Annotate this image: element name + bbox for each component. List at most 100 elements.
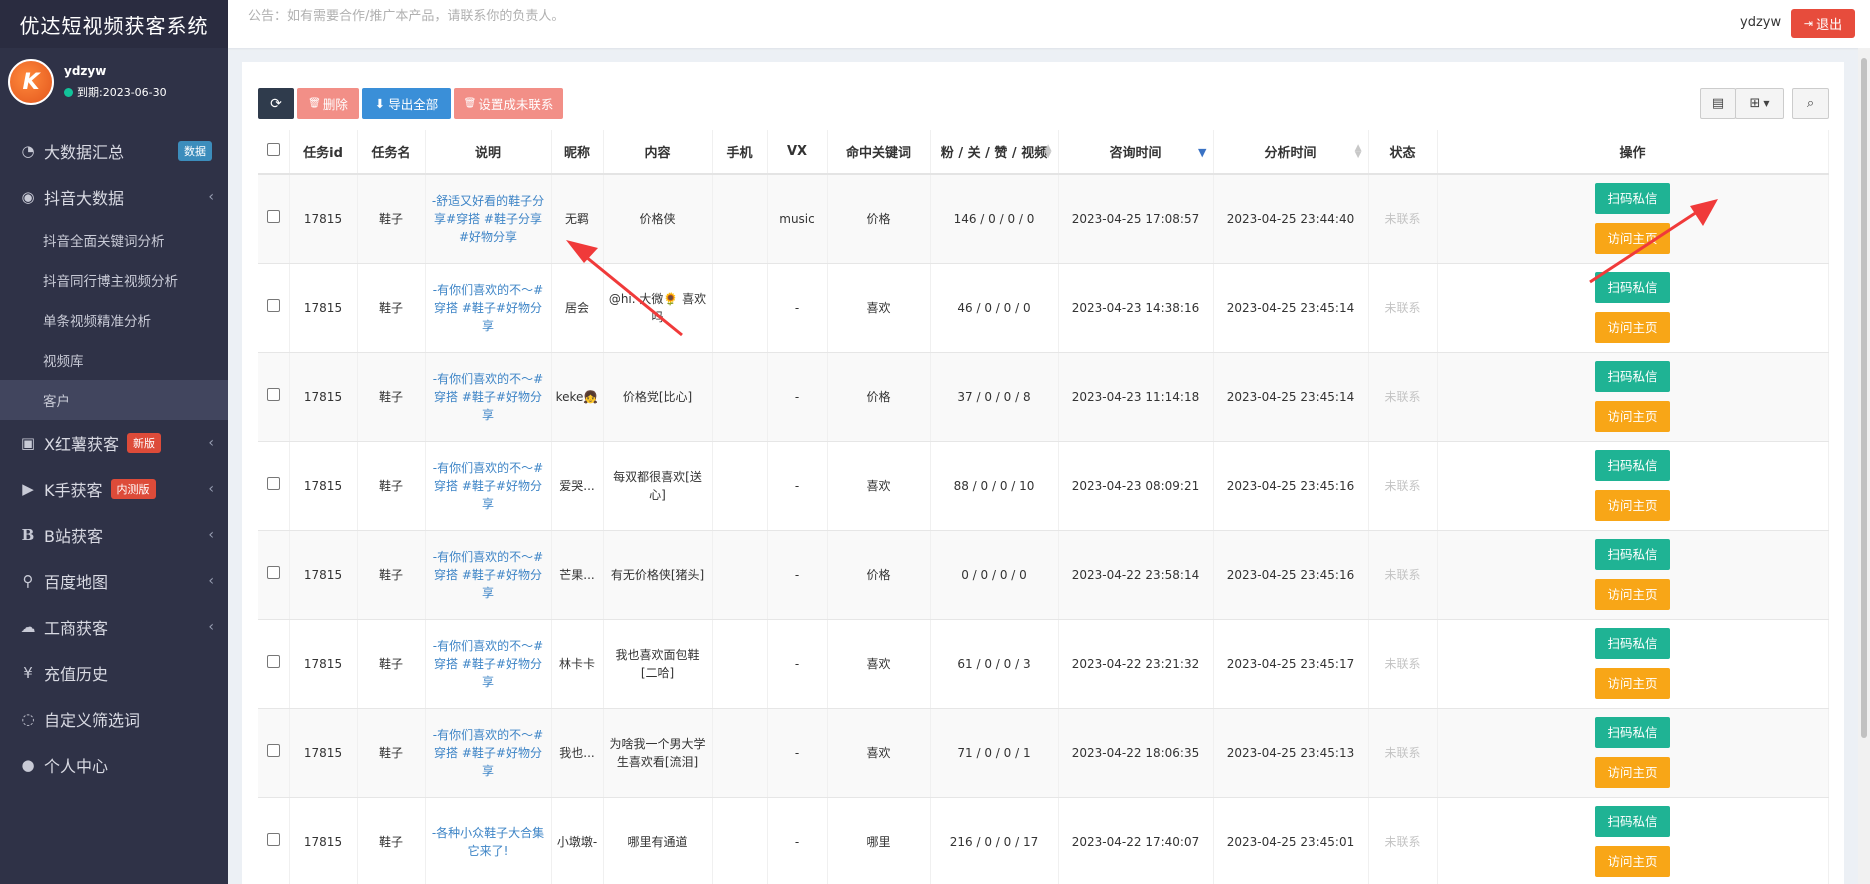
- table-row[interactable]: 17815 鞋子 -有你们喜欢的不～#穿搭 #鞋子#好物分享 林卡卡 我也喜欢面包鞋[二…: [258, 619, 1829, 709]
- submenu-item-customers[interactable]: 客户: [0, 380, 228, 420]
- scan-message-button[interactable]: 扫码私信: [1595, 183, 1670, 215]
- sidebar-item-dashboard[interactable]: ◔ 大数据汇总 数据: [0, 128, 228, 174]
- sidebar-item-label: B站获客: [44, 527, 103, 546]
- cell-vx: -: [767, 797, 828, 884]
- cell-status: 未联系: [1368, 797, 1438, 884]
- top-username[interactable]: ydzyw: [1740, 15, 1781, 30]
- set-uncontacted-button[interactable]: 🗑 设置成未联系: [454, 88, 563, 119]
- cell-description-text[interactable]: -有你们喜欢的不～#穿搭 #鞋子#好物分享: [430, 370, 547, 424]
- visit-homepage-button[interactable]: 访问主页: [1595, 223, 1670, 255]
- header-select-all[interactable]: [258, 130, 290, 175]
- header-consult-time[interactable]: 咨询时间 ▼: [1058, 130, 1214, 175]
- cell-select[interactable]: [258, 530, 290, 620]
- submenu-item-blogger-analysis[interactable]: 抖音同行博主视频分析: [0, 260, 228, 300]
- table-row[interactable]: 17815 鞋子 -有你们喜欢的不～#穿搭 #鞋子#好物分享 芒果... 有无价格侠[猪…: [258, 530, 1829, 620]
- cell-content: 哪里有通道: [603, 797, 713, 884]
- sidebar-item-business[interactable]: ☁ 工商获客 ‹: [0, 604, 228, 650]
- row-checkbox[interactable]: [266, 476, 280, 490]
- cell-vx: -: [767, 352, 828, 442]
- cell-select[interactable]: [258, 619, 290, 709]
- cell-content-text: 价格党[比心]: [622, 389, 693, 404]
- cell-analysis-time-text: 2023-04-25 23:45:14: [1226, 300, 1355, 315]
- chevron-left-icon: ‹: [208, 619, 214, 635]
- cell-description-text[interactable]: -有你们喜欢的不～#穿搭 #鞋子#好物分享: [430, 459, 547, 513]
- sidebar-item-baidu-map[interactable]: ⚲ 百度地图 ‹: [0, 558, 228, 604]
- sidebar-item-profile[interactable]: ● 个人中心: [0, 742, 228, 788]
- cell-task-id-text: 17815: [303, 745, 343, 760]
- table-row[interactable]: 17815 鞋子 -有你们喜欢的不～#穿搭 #鞋子#好物分享 我也... 为啥我一个男大…: [258, 708, 1829, 798]
- visit-homepage-button[interactable]: 访问主页: [1595, 757, 1670, 788]
- beta-badge: 内测版: [110, 479, 156, 499]
- header-analysis-time[interactable]: 分析时间 ▲ ▼: [1213, 130, 1369, 175]
- row-checkbox[interactable]: [266, 298, 280, 312]
- cell-select[interactable]: [258, 352, 290, 442]
- scan-message-button[interactable]: 扫码私信: [1595, 717, 1670, 748]
- visit-homepage-button[interactable]: 访问主页: [1595, 668, 1670, 699]
- export-all-button[interactable]: ⬇ 导出全部: [362, 88, 451, 119]
- submenu-item-keyword-analysis[interactable]: 抖音全面关键词分析: [0, 220, 228, 260]
- row-checkbox[interactable]: [266, 209, 280, 223]
- cell-select[interactable]: [258, 797, 290, 884]
- cell-content-text: 价格侠: [639, 211, 676, 226]
- row-checkbox[interactable]: [266, 387, 280, 401]
- sidebar-item-kuaishou[interactable]: ▶ K手获客 内测版 ‹: [0, 466, 228, 512]
- visit-homepage-button[interactable]: 访问主页: [1595, 846, 1670, 877]
- row-checkbox[interactable]: [266, 565, 280, 579]
- select-all-checkbox[interactable]: [266, 143, 280, 156]
- visit-homepage-button[interactable]: 访问主页: [1595, 312, 1670, 343]
- cell-select[interactable]: [258, 441, 290, 531]
- toggle-view-button[interactable]: ▤: [1700, 88, 1736, 119]
- table-row[interactable]: 17815 鞋子 -有你们喜欢的不～#穿搭 #鞋子#好物分享 居会 @hi. 大微🌻 喜…: [258, 263, 1829, 353]
- cell-select[interactable]: [258, 174, 290, 264]
- delete-button[interactable]: 🗑 删除: [297, 88, 359, 119]
- cell-description-text[interactable]: -有你们喜欢的不～#穿搭 #鞋子#好物分享: [430, 726, 547, 780]
- refresh-button[interactable]: ⟳: [258, 88, 294, 119]
- cell-description-text[interactable]: -有你们喜欢的不～#穿搭 #鞋子#好物分享: [430, 548, 547, 602]
- table-row[interactable]: 17815 鞋子 -各种小众鞋子大合集它来了! 小墩墩- 哪里有通道 - 哪里 216 / 0…: [258, 797, 1829, 884]
- cell-status-text: 未联系: [1384, 834, 1421, 849]
- cell-phone: [712, 708, 768, 798]
- cell-description-text[interactable]: -舒适又好看的鞋子分享#穿搭 #鞋子分享 #好物分享: [430, 192, 547, 246]
- columns-button[interactable]: ⊞ ▼: [1735, 88, 1784, 119]
- table-row[interactable]: 17815 鞋子 -有你们喜欢的不～#穿搭 #鞋子#好物分享 keke👧 价格党[比心]…: [258, 352, 1829, 442]
- sidebar-item-douyin[interactable]: ◉ 抖音大数据 ‹: [0, 174, 228, 220]
- scan-message-button[interactable]: 扫码私信: [1595, 628, 1670, 659]
- scrollbar-thumb[interactable]: [1861, 58, 1867, 738]
- search-button[interactable]: ⌕: [1792, 88, 1829, 119]
- row-checkbox[interactable]: [266, 743, 280, 757]
- cell-description-text[interactable]: -有你们喜欢的不～#穿搭 #鞋子#好物分享: [430, 637, 547, 691]
- submenu-item-video-library[interactable]: 视频库: [0, 340, 228, 380]
- cell-description-text[interactable]: -各种小众鞋子大合集它来了!: [430, 824, 547, 860]
- visit-homepage-button[interactable]: 访问主页: [1595, 490, 1670, 521]
- sidebar-item-custom-filter[interactable]: ◌ 自定义筛选词: [0, 696, 228, 742]
- cell-task-name-text: 鞋子: [378, 211, 403, 226]
- dashboard-icon: ◔: [21, 142, 35, 160]
- scan-message-button[interactable]: 扫码私信: [1595, 450, 1670, 481]
- scan-message-button[interactable]: 扫码私信: [1595, 806, 1670, 837]
- table-row[interactable]: 17815 鞋子 -有你们喜欢的不～#穿搭 #鞋子#好物分享 爱哭... 每双都很喜欢[…: [258, 441, 1829, 531]
- cell-analysis-time: 2023-04-25 23:45:17: [1213, 619, 1369, 709]
- cell-analysis-time: 2023-04-25 23:45:13: [1213, 708, 1369, 798]
- cell-select[interactable]: [258, 708, 290, 798]
- visit-homepage-button[interactable]: 访问主页: [1595, 579, 1670, 610]
- table-row[interactable]: 17815 鞋子 -舒适又好看的鞋子分享#穿搭 #鞋子分享 #好物分享 无羁 价格侠 mu…: [258, 174, 1829, 264]
- scan-message-button[interactable]: 扫码私信: [1595, 361, 1670, 392]
- page-scrollbar[interactable]: [1858, 48, 1870, 884]
- cell-consult-time: 2023-04-23 08:09:21: [1058, 441, 1214, 531]
- cell-select[interactable]: [258, 263, 290, 353]
- sidebar-item-label: X红薯获客: [44, 435, 119, 454]
- sidebar-item-xiaohongshu[interactable]: ▣ X红薯获客 新版 ‹: [0, 420, 228, 466]
- row-checkbox[interactable]: [266, 832, 280, 846]
- cell-description-text[interactable]: -有你们喜欢的不～#穿搭 #鞋子#好物分享: [430, 281, 547, 335]
- row-checkbox[interactable]: [266, 654, 280, 668]
- sidebar-item-recharge[interactable]: ¥ 充值历史: [0, 650, 228, 696]
- submenu-item-single-video[interactable]: 单条视频精准分析: [0, 300, 228, 340]
- cell-actions: 扫码私信 访问主页: [1437, 174, 1829, 264]
- app-brand[interactable]: 优达短视频获客系统: [0, 0, 228, 48]
- logout-button[interactable]: ⇥ 退出: [1791, 9, 1855, 38]
- header-stats[interactable]: 粉 / 关 / 赞 / 视频 ▲ ▼: [930, 130, 1059, 175]
- sidebar-item-bilibili[interactable]: B B站获客 ‹: [0, 512, 228, 558]
- scan-message-button[interactable]: 扫码私信: [1595, 272, 1670, 303]
- visit-homepage-button[interactable]: 访问主页: [1595, 401, 1670, 432]
- scan-message-button[interactable]: 扫码私信: [1595, 539, 1670, 570]
